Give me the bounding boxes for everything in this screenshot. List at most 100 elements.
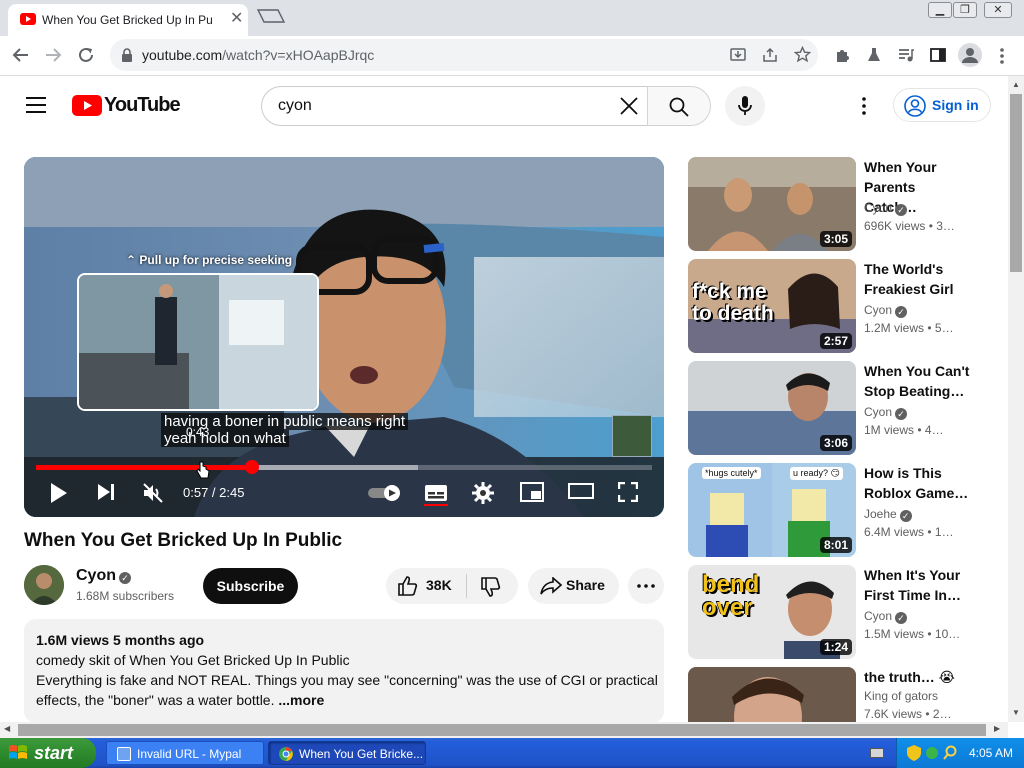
subscribe-button[interactable]: Subscribe xyxy=(203,568,298,604)
thumbnail-caption: f*ck me to death xyxy=(692,280,774,325)
recommendation-views: 7.6K views xyxy=(864,707,923,721)
recommendation-item[interactable]: 3:05 When Your Parents Catch… Cyon ✓ 696K… xyxy=(688,157,998,251)
bookmark-star-icon[interactable] xyxy=(794,46,811,63)
recommendation-thumbnail[interactable]: bend over 1:24 xyxy=(688,565,856,659)
forward-icon[interactable] xyxy=(44,46,62,64)
play-icon[interactable] xyxy=(50,482,68,504)
theater-mode-icon[interactable] xyxy=(568,482,594,500)
video-player[interactable]: ⌃ Pull up for precise seeking having a b… xyxy=(24,157,664,517)
time-display: 0:57 / 2:45 xyxy=(183,485,245,500)
miniplayer-icon[interactable] xyxy=(520,482,544,502)
recommendation-item[interactable]: bend over 1:24 When It's Your First Time… xyxy=(688,565,998,659)
search-input[interactable]: cyon xyxy=(261,86,647,126)
recommendation-title[interactable]: The World's Freakiest Girl xyxy=(864,259,972,299)
clear-search-icon[interactable] xyxy=(620,97,638,115)
settings-menu-icon[interactable] xyxy=(861,97,867,115)
scroll-down-icon[interactable]: ▼ xyxy=(1012,708,1020,717)
end-screen-thumbnail[interactable] xyxy=(612,415,652,457)
restore-button[interactable]: ❐ xyxy=(953,2,977,18)
show-more-link[interactable]: ...more xyxy=(278,692,324,708)
recommendation-thumbnail[interactable]: f*ck me to death 2:57 xyxy=(688,259,856,353)
thumbs-up-icon xyxy=(398,576,418,596)
profile-avatar-icon[interactable] xyxy=(958,43,982,67)
voice-search-button[interactable] xyxy=(725,86,765,126)
recommendation-age: 10… xyxy=(934,627,961,641)
recommendation-title[interactable]: When You Can't Stop Beating… xyxy=(864,361,972,401)
network-icon[interactable] xyxy=(925,745,939,761)
side-panel-icon[interactable] xyxy=(930,47,946,63)
lock-icon[interactable] xyxy=(121,48,133,62)
scroll-right-icon[interactable]: ▶ xyxy=(994,724,1000,733)
played-bar xyxy=(36,465,252,470)
description-box[interactable]: 1.6M views 5 months ago comedy skit of W… xyxy=(24,619,664,723)
new-tab-icon[interactable] xyxy=(256,8,286,24)
extensions-icon[interactable] xyxy=(834,47,850,63)
recommendation-item[interactable]: f*ck me to death 2:57 The World's Freaki… xyxy=(688,259,998,353)
description-line-1: comedy skit of When You Get Bricked Up I… xyxy=(36,652,350,668)
settings-gear-icon[interactable] xyxy=(472,482,494,504)
channel-name[interactable]: Cyon ✓ xyxy=(76,567,131,585)
youtube-logo-icon xyxy=(72,95,102,116)
vertical-scroll-thumb[interactable] xyxy=(1010,94,1022,272)
browser-tab[interactable]: When You Get Bricked Up In Public ✕ xyxy=(8,4,248,36)
recommendation-title[interactable]: How is This Roblox Game… xyxy=(864,463,972,503)
recommendation-meta: 1.2M views • 5… xyxy=(864,321,954,335)
scroll-left-icon[interactable]: ◀ xyxy=(4,724,10,733)
start-label: start xyxy=(34,743,74,763)
fullscreen-icon[interactable] xyxy=(618,482,638,502)
back-icon[interactable] xyxy=(12,46,30,64)
taskbar-item-mypal[interactable]: Invalid URL - Mypal xyxy=(106,741,264,765)
like-dislike-group: 38K xyxy=(386,568,518,604)
keyboard-icon[interactable] xyxy=(870,748,884,758)
address-bar[interactable]: youtube.com/watch?v=xHOAapBJrqc xyxy=(110,39,818,71)
tab-title: When You Get Bricked Up In Public xyxy=(42,13,212,27)
recommendation-thumbnail[interactable]: *hugs cutely* u ready? 😏 8:01 xyxy=(688,463,856,557)
recommendation-item[interactable]: *hugs cutely* u ready? 😏 8:01 How is Thi… xyxy=(688,463,998,557)
pull-up-hint: ⌃ Pull up for precise seeking xyxy=(126,253,292,267)
like-button[interactable]: 38K xyxy=(386,568,466,604)
minimize-button[interactable]: ▁ xyxy=(928,2,952,18)
hamburger-menu-icon[interactable] xyxy=(26,97,46,113)
recommendation-channel-name: Cyon xyxy=(864,405,893,419)
recommendation-age: 4… xyxy=(924,423,944,437)
scrubber-handle[interactable] xyxy=(245,460,259,474)
recommendation-thumbnail[interactable]: 3:06 xyxy=(688,361,856,455)
youtube-logo[interactable]: YouTube xyxy=(72,94,181,117)
more-actions-button[interactable] xyxy=(628,568,664,604)
install-icon[interactable] xyxy=(730,47,746,63)
recommendation-title[interactable]: the truth… 😭 xyxy=(864,667,972,687)
close-window-button[interactable]: ✕ xyxy=(984,2,1012,18)
horizontal-scroll-thumb[interactable] xyxy=(18,724,986,736)
channel-avatar[interactable] xyxy=(24,565,64,605)
duration-badge: 8:01 xyxy=(819,537,852,553)
labs-flask-icon[interactable] xyxy=(866,47,882,63)
recommendation-title[interactable]: When It's Your First Time In… xyxy=(864,565,972,605)
reload-icon[interactable] xyxy=(77,46,95,64)
dislike-button[interactable] xyxy=(467,568,518,604)
recommendation-channel: Joehe ✓ xyxy=(864,507,912,522)
mute-icon[interactable] xyxy=(142,482,164,504)
autoplay-toggle[interactable] xyxy=(368,485,404,501)
recommendation-thumbnail[interactable] xyxy=(688,667,856,722)
search-button[interactable] xyxy=(647,86,711,126)
browser-menu-icon[interactable] xyxy=(999,47,1005,65)
subtitles-icon[interactable] xyxy=(424,482,448,506)
start-button[interactable]: start xyxy=(0,738,96,768)
recommendation-channel: Cyon ✓ xyxy=(864,609,908,624)
share-button[interactable]: Share xyxy=(528,568,619,604)
recommendation-item[interactable]: 3:06 When You Can't Stop Beating… Cyon ✓ … xyxy=(688,361,998,455)
media-queue-icon[interactable] xyxy=(898,47,914,63)
scroll-up-icon[interactable]: ▲ xyxy=(1012,80,1020,89)
recommendation-meta: 6.4M views • 1… xyxy=(864,525,954,539)
recommendation-item[interactable]: the truth… 😭 King of gators 7.6K views •… xyxy=(688,667,998,722)
next-icon[interactable] xyxy=(96,482,116,502)
share-page-icon[interactable] xyxy=(762,47,778,63)
sign-in-button[interactable]: Sign in xyxy=(893,88,991,122)
url-text[interactable]: youtube.com/watch?v=xHOAapBJrqc xyxy=(142,47,374,63)
tab-close-icon[interactable]: ✕ xyxy=(230,11,243,27)
search-tray-icon[interactable] xyxy=(943,745,957,761)
recommendation-thumbnail[interactable]: 3:05 xyxy=(688,157,856,251)
recommendation-views: 1.2M views xyxy=(864,321,925,335)
security-shield-icon[interactable] xyxy=(907,745,921,761)
taskbar-item-chrome[interactable]: When You Get Bricke... xyxy=(268,741,426,765)
